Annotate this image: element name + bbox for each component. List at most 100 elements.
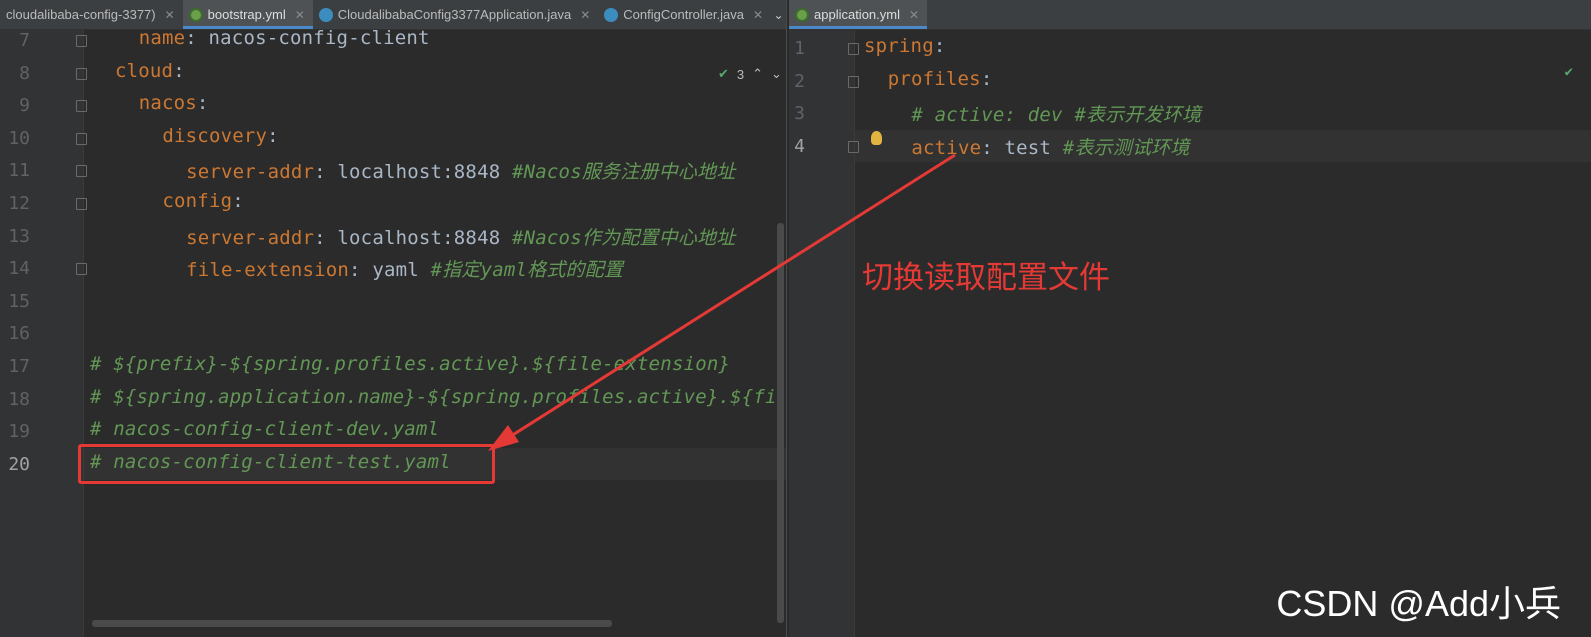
line-number: 2 [794, 70, 805, 92]
yaml-comment: #指定yaml格式的配置 [430, 259, 624, 282]
colon: : [933, 35, 946, 57]
line-number: 14 [8, 258, 30, 280]
tab-label: bootstrap.yml [207, 7, 286, 22]
code-line[interactable]: server-addr: localhost:8848 #Nacos服务注册中心… [186, 157, 735, 184]
tab-label: cloudalibaba-config-3377) [6, 7, 156, 22]
yaml-key: discovery [162, 124, 268, 147]
yaml-comment: # ${prefix}-${spring.profiles.active}.${… [90, 353, 731, 375]
left-editor[interactable]: 7 name: nacos-config-client 8 cloud: 9 nacos:… [0, 30, 786, 637]
yaml-key: file-extension [186, 259, 350, 282]
line-number: 11 [8, 160, 30, 182]
code-line[interactable]: active: test #表示测试环境 [911, 133, 1189, 160]
colon: : [267, 124, 279, 147]
fold-marker-icon[interactable] [76, 132, 87, 145]
code-line[interactable]: # active: dev #表示开发环境 [911, 100, 1201, 127]
close-icon[interactable]: ✕ [580, 8, 590, 22]
close-icon[interactable]: ✕ [165, 8, 175, 22]
line-number: 7 [19, 30, 30, 51]
chevron-down-icon[interactable]: ⌄ [771, 66, 782, 82]
yaml-key: active [911, 136, 982, 159]
code-line[interactable]: name: nacos-config-client [139, 30, 430, 49]
close-icon[interactable]: ✕ [909, 8, 919, 22]
close-icon[interactable]: ✕ [753, 8, 763, 22]
horizontal-scrollbar[interactable] [92, 620, 612, 627]
code-line[interactable]: discovery: [162, 125, 278, 147]
fold-marker-icon[interactable] [76, 165, 87, 178]
tab-config-controller[interactable]: ConfigController.java ✕ [598, 0, 771, 29]
line-number: 17 [8, 356, 30, 377]
inspection-widget[interactable]: ✔ 3 ⌃ ⌄ [718, 66, 782, 82]
tab-application-yml[interactable]: application.yml ✕ [789, 0, 928, 29]
java-class-icon [318, 7, 333, 22]
yaml-file-icon [795, 7, 809, 22]
yaml-comment: #Nacos服务注册中心地址 [512, 161, 736, 184]
tab-label: CloudalibabaConfig3377Application.java [337, 7, 572, 22]
lightbulb-icon[interactable] [871, 131, 882, 145]
fold-marker-icon[interactable] [76, 67, 87, 80]
right-tab-bar: application.yml ✕ [789, 0, 1591, 30]
line-number: 16 [8, 323, 30, 345]
yaml-value: nacos-config-client [196, 30, 430, 49]
fold-marker-icon[interactable] [76, 198, 87, 210]
code-line[interactable]: spring: [864, 35, 945, 57]
line-number: 9 [19, 95, 30, 117]
code-line[interactable]: profiles: [888, 68, 993, 90]
tab-bootstrap-yml[interactable]: bootstrap.yml ✕ [182, 0, 313, 29]
yaml-comment: #表示测试环境 [1062, 136, 1190, 159]
yaml-value: test [992, 136, 1063, 159]
colon: : [314, 226, 326, 249]
colon: : [185, 30, 197, 49]
line-number: 12 [8, 193, 30, 214]
colon: : [349, 259, 361, 282]
fold-marker-icon[interactable] [76, 263, 87, 276]
code-line[interactable]: file-extension: yaml #指定yaml格式的配置 [186, 255, 623, 282]
code-line[interactable]: cloud: [115, 60, 185, 82]
line-number: 13 [8, 225, 30, 247]
tab-module[interactable]: cloudalibaba-config-3377) ✕ [0, 0, 183, 29]
tab-application-java[interactable]: CloudalibabaConfig3377Application.java ✕ [313, 0, 599, 29]
yaml-key: name [138, 30, 186, 49]
watermark: CSDN @Add小兵 [1276, 583, 1561, 624]
fold-marker-icon[interactable] [76, 100, 87, 113]
line-number: 10 [8, 127, 30, 149]
yaml-key: nacos [138, 92, 197, 115]
annotation-text: 切换读取配置文件 [862, 260, 1110, 296]
fold-marker-icon[interactable] [848, 75, 859, 88]
chevron-up-icon[interactable]: ⌃ [752, 66, 763, 82]
yaml-key: cloud [115, 59, 174, 82]
chevron-down-icon[interactable]: ⌄ [771, 0, 786, 29]
code-line[interactable]: # ${prefix}-${spring.profiles.active}.${… [90, 353, 730, 375]
code-line[interactable]: server-addr: localhost:8848 #Nacos作为配置中心… [186, 223, 735, 250]
code-line[interactable]: nacos: [139, 92, 209, 114]
vertical-scrollbar[interactable] [777, 223, 784, 623]
yaml-value: localhost:8848 [325, 226, 512, 249]
yaml-key: server-addr [186, 226, 315, 249]
yaml-comment: # ${spring.application.name}-${spring.pr… [90, 385, 777, 408]
check-icon: ✔ [718, 66, 729, 81]
line-number: 18 [8, 388, 30, 410]
yaml-comment: #Nacos作为配置中心地址 [512, 226, 736, 249]
close-icon[interactable]: ✕ [295, 8, 305, 22]
colon: : [196, 92, 209, 115]
code-line[interactable]: # ${spring.application.name}-${spring.pr… [90, 386, 777, 408]
yaml-comment: # active: dev #表示开发环境 [911, 104, 1202, 127]
fold-marker-icon[interactable] [848, 43, 859, 55]
colon: : [980, 67, 993, 90]
line-number: 4 [794, 135, 805, 157]
colon: : [981, 136, 993, 159]
check-icon: ✔ [1564, 64, 1573, 80]
line-number: 1 [794, 38, 805, 59]
right-editor[interactable]: 1 spring: 2 profiles: 3 # active: dev #表示开发环境… [789, 30, 1591, 637]
yaml-file-icon [188, 7, 203, 22]
fold-marker-icon[interactable] [848, 140, 859, 153]
highlight-box [78, 444, 495, 484]
code-line[interactable]: # nacos-config-client-dev.yaml [90, 418, 439, 440]
code-line[interactable]: config: [162, 190, 243, 212]
fold-marker-icon[interactable] [76, 35, 87, 47]
left-tab-bar: cloudalibaba-config-3377) ✕ bootstrap.ym… [0, 0, 786, 30]
yaml-key: config [162, 190, 233, 212]
inspection-count: 3 [736, 66, 745, 82]
yaml-key: spring [864, 35, 934, 57]
colon: : [232, 190, 244, 212]
line-number: 19 [8, 421, 30, 443]
